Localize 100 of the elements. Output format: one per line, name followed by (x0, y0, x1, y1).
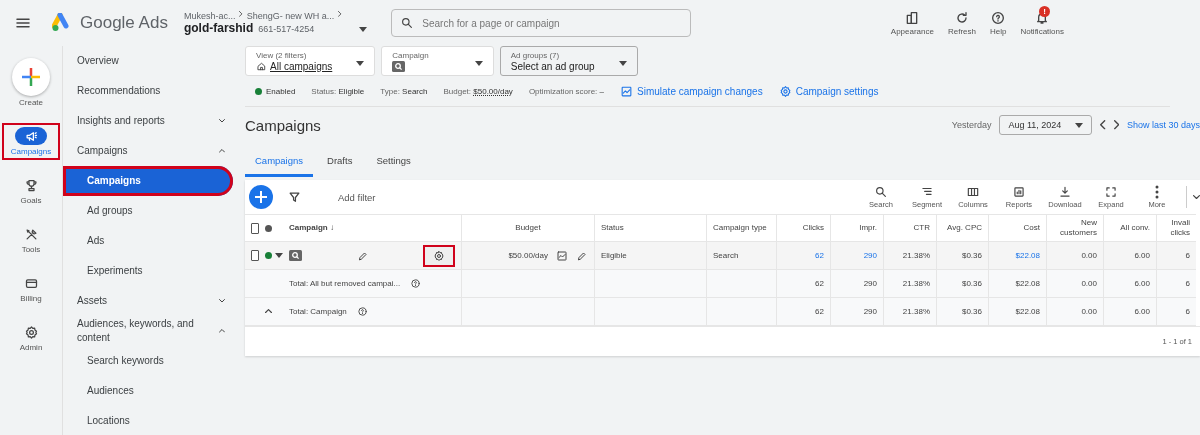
column-header[interactable]: Campaign ↓ (289, 223, 334, 233)
breadcrumb-link[interactable]: Mukesh-ac... (183, 11, 236, 21)
nav-item[interactable]: Audiences, keywords, and content (63, 316, 241, 346)
column-header[interactable]: Budget (515, 223, 541, 233)
date-range-link[interactable]: Show last 30 days (1126, 120, 1200, 130)
chart-icon (1012, 185, 1026, 199)
table-cell: 6 (1185, 307, 1190, 316)
nav-item[interactable]: Locations (63, 406, 233, 435)
page-title: Campaigns (245, 116, 321, 134)
table-cell: Eligible (601, 251, 627, 260)
table-cell: $0.36 (961, 307, 982, 316)
rail-item[interactable]: Admin (2, 319, 60, 356)
tab[interactable]: Campaigns (245, 149, 314, 177)
filter-dropdown[interactable]: Ad groups (7) Select an ad group (499, 46, 638, 76)
rail-item[interactable]: Tools (2, 221, 60, 258)
nav-item[interactable]: Ad groups (63, 196, 233, 226)
total-label: Total: All but removed campai... (289, 279, 401, 288)
breadcrumb-link[interactable]: ShengG- new WH a... (246, 11, 335, 21)
nav-item[interactable]: Experiments (63, 256, 233, 286)
search-field[interactable]: Search for a page or campaign (391, 9, 692, 37)
toolbar-button[interactable]: Refresh (947, 10, 976, 36)
home-icon (256, 60, 267, 72)
caret-icon (275, 253, 283, 258)
nav-item[interactable]: Campaigns (63, 136, 241, 166)
nav-item[interactable]: Recommendations (63, 76, 241, 106)
status-dot[interactable] (265, 252, 272, 259)
chevron-down-icon (1193, 194, 1200, 200)
chevron-right-icon (338, 11, 342, 17)
table-cell[interactable]: 62 (815, 251, 824, 260)
caret-icon (356, 60, 365, 66)
chevron-down-icon (219, 119, 225, 123)
rail-item[interactable]: Billing (2, 270, 60, 307)
download-icon (1058, 185, 1072, 199)
status-column-dot (265, 224, 272, 232)
table-cell: 0.00 (1081, 279, 1097, 288)
table-cell[interactable]: 290 (863, 251, 877, 260)
add-button[interactable] (249, 185, 273, 209)
account-id: 661-517-4254 (258, 24, 315, 34)
product-name: Google Ads (80, 13, 168, 33)
rail-item[interactable]: Goals (2, 172, 60, 209)
nav-item[interactable]: Audiences (63, 376, 233, 406)
filter-icon (287, 189, 302, 205)
notification-badge: ! (1039, 6, 1050, 17)
chart-icon (620, 84, 634, 98)
nav-item[interactable]: Overview (63, 46, 241, 76)
date-picker[interactable]: Aug 11, 2024 (999, 115, 1093, 135)
total-label: Total: Campaign (289, 307, 347, 316)
nav-item[interactable]: Ads (63, 226, 233, 256)
more-icon (1155, 185, 1159, 199)
column-header[interactable]: Clicks (802, 223, 824, 233)
settings-icon (23, 324, 39, 340)
plus-icon (21, 67, 41, 87)
table-cell: $22.08 (1015, 307, 1040, 316)
add-filter-button[interactable]: Add filter (332, 190, 382, 204)
table-cell: $0.36 (961, 251, 982, 260)
next-button[interactable] (1113, 120, 1119, 130)
columns-icon (966, 185, 980, 199)
chevron-left-icon (1100, 120, 1106, 130)
table-cell[interactable]: $22.08 (1015, 251, 1040, 260)
table-cell: 62 (815, 307, 824, 316)
toolbar-button[interactable]: Help (989, 10, 1007, 36)
select-all-checkbox[interactable] (251, 222, 259, 234)
column-header[interactable]: CTR (913, 223, 930, 233)
help-icon (410, 278, 422, 289)
previous-button[interactable] (1100, 120, 1106, 130)
caret-icon (359, 27, 368, 32)
search-campaign-icon (289, 250, 302, 261)
chevron-up-icon (219, 149, 225, 153)
settings-button[interactable] (423, 244, 455, 267)
column-header[interactable]: Impr. (859, 223, 877, 233)
filter-dropdown[interactable]: Campaign (381, 46, 494, 76)
table-cell: 0.00 (1081, 251, 1097, 260)
date-label: Yesterday (951, 120, 992, 130)
rail-item[interactable]: Create (2, 54, 60, 111)
tab[interactable]: Drafts (317, 149, 363, 177)
rail-item[interactable]: Campaigns (2, 123, 60, 160)
nav-item[interactable]: Insights and reports (63, 106, 241, 136)
summary-field: Budget: $50.00/day (443, 86, 513, 96)
settings-icon (433, 249, 445, 262)
nav-item[interactable]: Campaigns (63, 166, 233, 196)
search-icon (874, 185, 888, 199)
column-header[interactable]: Status (601, 223, 624, 233)
filter-dropdown[interactable]: View (2 filters) All campaigns (245, 46, 376, 76)
table-cell: 290 (863, 279, 877, 288)
table-cell: 6 (1185, 251, 1190, 260)
summary-link[interactable]: Simulate campaign changes (620, 84, 763, 98)
row-checkbox[interactable] (251, 250, 259, 261)
nav-item[interactable]: Assets (63, 286, 241, 316)
expand-icon (1104, 185, 1118, 199)
table-cell: $50.00/day (508, 251, 548, 260)
search-icon (400, 16, 415, 30)
search-campaign-icon (392, 60, 406, 72)
column-header[interactable]: Cost (1023, 223, 1040, 233)
nav-item[interactable]: Search keywords (63, 346, 233, 376)
toolbar-button[interactable]: Appearance (890, 10, 934, 36)
plus-icon (254, 190, 268, 204)
caret-icon (618, 60, 627, 66)
tab[interactable]: Settings (366, 149, 421, 177)
summary-link[interactable]: Campaign settings (778, 84, 879, 98)
account-name: gold-farshid (183, 21, 254, 35)
